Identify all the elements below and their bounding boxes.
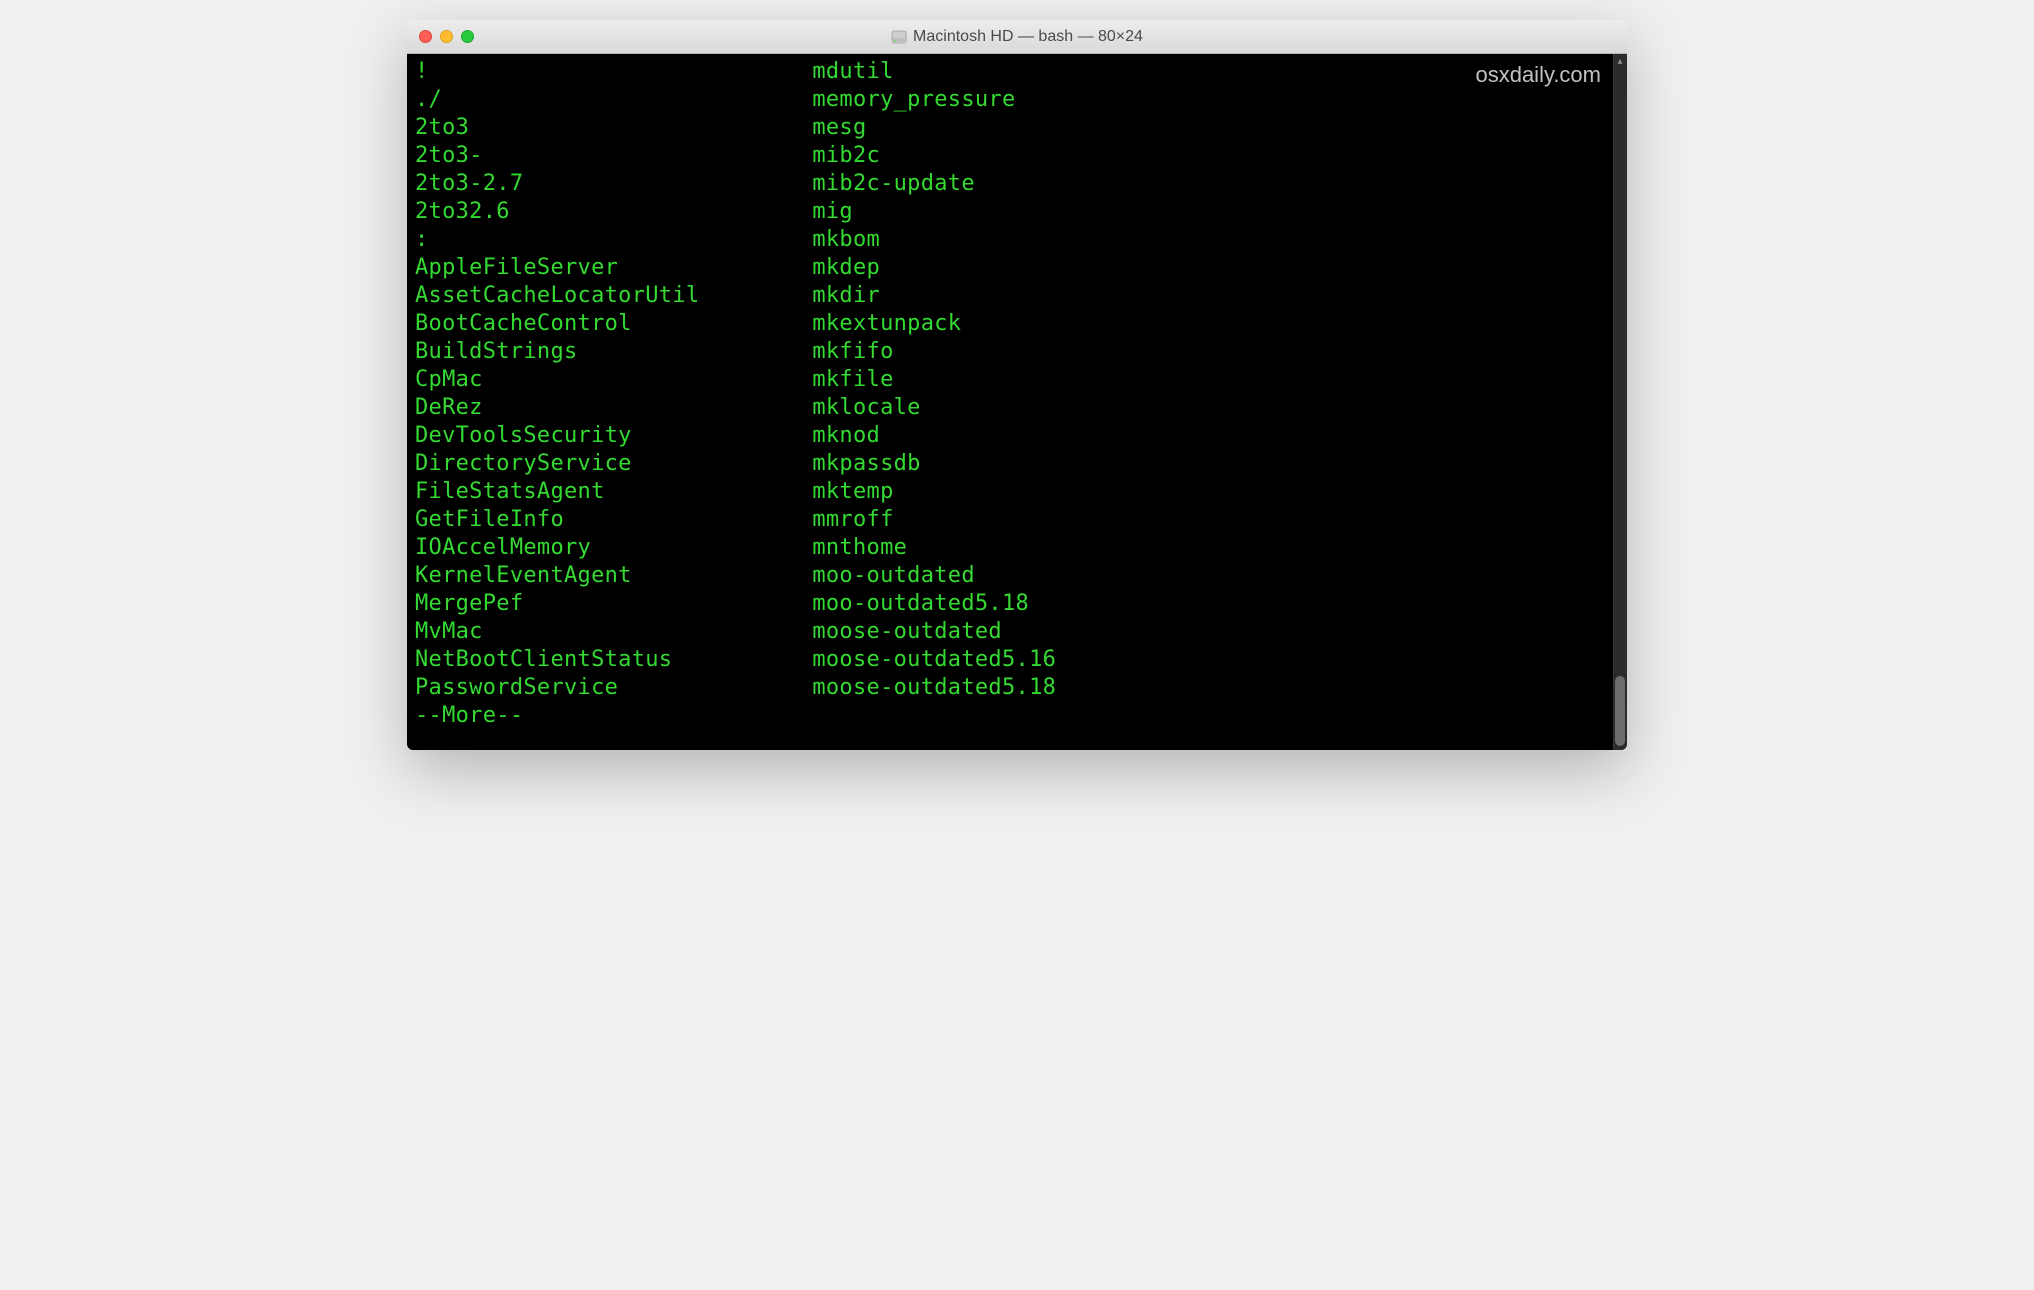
terminal-row: DirectoryServicemkpassdb [415,450,1619,478]
watermark-text: osxdaily.com [1475,62,1601,88]
close-button[interactable] [419,30,432,43]
command-col1: IOAccelMemory [415,534,812,562]
traffic-lights [407,30,474,43]
window-titlebar[interactable]: Macintosh HD — bash — 80×24 [407,20,1627,54]
command-col1: ./ [415,86,812,114]
command-col1: 2to3-2.7 [415,170,812,198]
command-col1: AppleFileServer [415,254,812,282]
command-col2: mkdir [812,282,1619,310]
terminal-row: KernelEventAgentmoo-outdated [415,562,1619,590]
terminal-row: :mkbom [415,226,1619,254]
command-col2: moo-outdated [812,562,1619,590]
terminal-row: DeRezmklocale [415,394,1619,422]
terminal-output[interactable]: !mdutil./memory_pressure2to3mesg2to3-mib… [415,58,1619,730]
command-col1: DirectoryService [415,450,812,478]
more-prompt[interactable]: --More-- [415,703,523,728]
command-col2: moose-outdated [812,618,1619,646]
command-col1: DeRez [415,394,812,422]
window-title: Macintosh HD — bash — 80×24 [913,28,1143,46]
command-col1: CpMac [415,366,812,394]
command-col2: mib2c [812,142,1619,170]
terminal-row: BuildStringsmkfifo [415,338,1619,366]
terminal-row: ./memory_pressure [415,86,1619,114]
command-col1: ! [415,58,812,86]
command-col2: mkfile [812,366,1619,394]
terminal-row: PasswordServicemoose-outdated5.18 [415,674,1619,702]
command-col1: PasswordService [415,674,812,702]
terminal-row: 2to3mesg [415,114,1619,142]
command-col1: KernelEventAgent [415,562,812,590]
command-col2: mig [812,198,1619,226]
terminal-window: Macintosh HD — bash — 80×24 osxdaily.com… [407,20,1627,750]
command-col2: memory_pressure [812,86,1619,114]
command-col1: NetBootClientStatus [415,646,812,674]
command-col2: mkpassdb [812,450,1619,478]
command-col1: BootCacheControl [415,310,812,338]
command-col1: MergePef [415,590,812,618]
command-col1: DevToolsSecurity [415,422,812,450]
command-col2: mmroff [812,506,1619,534]
terminal-row: AppleFileServermkdep [415,254,1619,282]
command-col1: 2to32.6 [415,198,812,226]
window-title-container: Macintosh HD — bash — 80×24 [891,28,1143,46]
scrollbar-track[interactable]: ▴ [1613,54,1627,750]
command-col2: mkbom [812,226,1619,254]
command-col2: mkfifo [812,338,1619,366]
terminal-row: 2to32.6mig [415,198,1619,226]
terminal-row: MergePefmoo-outdated5.18 [415,590,1619,618]
command-col2: mknod [812,422,1619,450]
scrollbar-thumb[interactable] [1615,676,1625,746]
disk-icon [891,29,907,45]
terminal-row: GetFileInfommroff [415,506,1619,534]
minimize-button[interactable] [440,30,453,43]
terminal-row: 2to3-mib2c [415,142,1619,170]
maximize-button[interactable] [461,30,474,43]
command-col1: 2to3- [415,142,812,170]
terminal-row: DevToolsSecuritymknod [415,422,1619,450]
command-col2: moo-outdated5.18 [812,590,1619,618]
command-col2: mkextunpack [812,310,1619,338]
command-col2: mesg [812,114,1619,142]
command-col2: mnthome [812,534,1619,562]
command-col2: mkdep [812,254,1619,282]
terminal-row: MvMacmoose-outdated [415,618,1619,646]
command-col1: GetFileInfo [415,506,812,534]
terminal-row: NetBootClientStatusmoose-outdated5.16 [415,646,1619,674]
terminal-row: 2to3-2.7mib2c-update [415,170,1619,198]
terminal-row: CpMacmkfile [415,366,1619,394]
command-col1: 2to3 [415,114,812,142]
terminal-row: IOAccelMemorymnthome [415,534,1619,562]
command-col2: moose-outdated5.18 [812,674,1619,702]
command-col2: mklocale [812,394,1619,422]
terminal-row: BootCacheControlmkextunpack [415,310,1619,338]
command-col1: FileStatsAgent [415,478,812,506]
command-col2: mktemp [812,478,1619,506]
command-col1: AssetCacheLocatorUtil [415,282,812,310]
command-col2: moose-outdated5.16 [812,646,1619,674]
terminal-row: !mdutil [415,58,1619,86]
command-col2: mib2c-update [812,170,1619,198]
terminal-row: FileStatsAgentmktemp [415,478,1619,506]
terminal-body[interactable]: osxdaily.com !mdutil./memory_pressure2to… [407,54,1627,750]
terminal-row: AssetCacheLocatorUtilmkdir [415,282,1619,310]
scroll-up-arrow-icon[interactable]: ▴ [1615,57,1625,67]
command-col1: MvMac [415,618,812,646]
command-col1: BuildStrings [415,338,812,366]
command-col1: : [415,226,812,254]
